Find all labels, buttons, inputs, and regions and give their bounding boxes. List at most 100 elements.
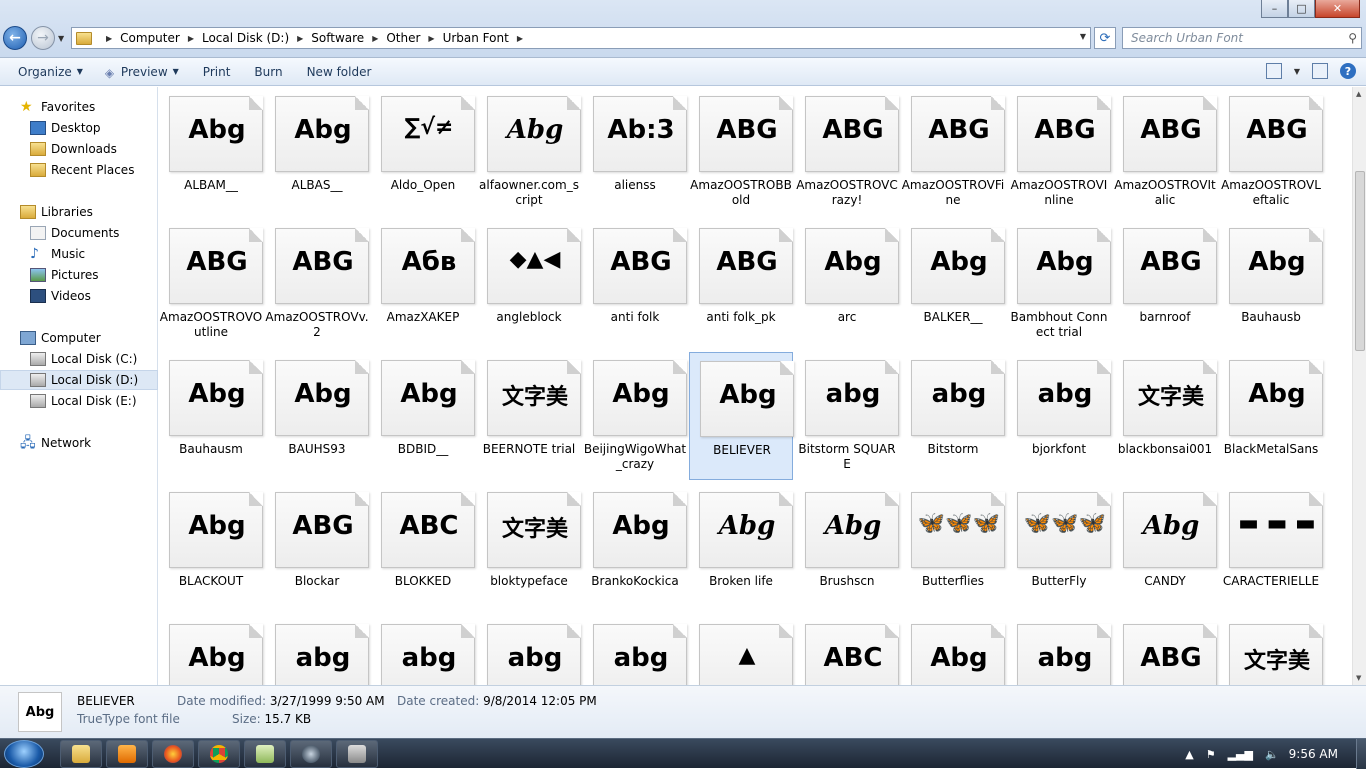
file-item[interactable]: Aбв AmazXAKEP — [371, 220, 475, 348]
nav-local-disk-c[interactable]: Local Disk (C:) — [0, 349, 158, 369]
file-item[interactable]: ∑√≠ Aldo_Open — [371, 88, 475, 216]
search-input[interactable]: Search Urban Font ⚲ — [1122, 27, 1362, 49]
file-item[interactable]: abg — [583, 616, 687, 685]
file-item[interactable]: Abg BAUHS93 — [265, 352, 369, 480]
chevron-right-icon[interactable]: ▶ — [297, 34, 303, 43]
file-item[interactable]: ABG Blockar — [265, 484, 369, 612]
file-item[interactable]: ABG AmazOOSTROVCrazy! — [795, 88, 899, 216]
taskbar-steam[interactable] — [290, 740, 332, 768]
taskbar-firefox[interactable] — [152, 740, 194, 768]
start-button[interactable] — [4, 740, 44, 768]
nav-music[interactable]: ♪ Music — [0, 244, 158, 264]
action-center-icon[interactable]: ⚑ — [1206, 748, 1216, 761]
file-item[interactable]: Abg BALKER__ — [901, 220, 1005, 348]
scroll-up-icon[interactable]: ▲ — [1356, 90, 1361, 98]
file-item[interactable]: Abg BeijingWigoWhat_crazy — [583, 352, 687, 480]
file-item[interactable]: Abg ALBAM__ — [159, 88, 263, 216]
file-item[interactable]: ABG AmazOOSTROBBold — [689, 88, 793, 216]
chevron-down-icon[interactable]: ▼ — [1294, 67, 1300, 76]
chevron-right-icon[interactable]: ▶ — [106, 34, 112, 43]
file-item[interactable]: ABC BLOKKED — [371, 484, 475, 612]
file-item[interactable]: abg — [265, 616, 369, 685]
file-item[interactable]: Abg — [159, 616, 263, 685]
file-item[interactable]: abg bjorkfont — [1007, 352, 1111, 480]
file-item[interactable]: ABG barnroof — [1113, 220, 1217, 348]
file-item[interactable]: Abg Bambhout Connect trial — [1007, 220, 1111, 348]
file-item[interactable]: Abg — [901, 616, 1005, 685]
file-item[interactable]: ▲ — [689, 616, 793, 685]
close-button[interactable]: ✕ — [1315, 0, 1360, 18]
file-item[interactable]: Abg CANDY — [1113, 484, 1217, 612]
file-item[interactable]: ABG AmazOOSTROVInline — [1007, 88, 1111, 216]
file-item[interactable]: 文字美 blackbonsai001 — [1113, 352, 1217, 480]
file-item[interactable]: Ab:3 alienss — [583, 88, 687, 216]
chevron-right-icon[interactable]: ▶ — [517, 34, 523, 43]
nav-favorites[interactable]: ★ Favorites — [0, 97, 158, 117]
breadcrumb-urban-font[interactable]: Urban Font — [443, 31, 509, 45]
file-item[interactable]: abg — [371, 616, 475, 685]
minimize-button[interactable]: – — [1261, 0, 1288, 18]
nav-libraries[interactable]: Libraries — [0, 202, 158, 222]
file-item[interactable]: Abg Brushscn — [795, 484, 899, 612]
search-icon[interactable]: ⚲ — [1348, 31, 1357, 45]
taskbar-media-player[interactable] — [106, 740, 148, 768]
file-item[interactable]: Abg BrankoKockica — [583, 484, 687, 612]
file-item[interactable]: ABG AmazOOSTROVLeftalic — [1219, 88, 1323, 216]
file-item[interactable]: abg Bitstorm — [901, 352, 1005, 480]
forward-button[interactable]: → — [31, 26, 55, 50]
clock[interactable]: 9:56 AM — [1289, 747, 1338, 761]
file-item[interactable]: Abg BLACKOUT — [159, 484, 263, 612]
file-item[interactable]: ABC — [795, 616, 899, 685]
chevron-right-icon[interactable]: ▶ — [372, 34, 378, 43]
nav-documents[interactable]: Documents — [0, 223, 158, 243]
organize-button[interactable]: Organize ▼ — [18, 65, 83, 79]
scrollbar-thumb[interactable] — [1355, 171, 1365, 351]
breadcrumb-computer[interactable]: Computer — [120, 31, 180, 45]
scroll-down-icon[interactable]: ▼ — [1356, 674, 1361, 682]
help-icon[interactable]: ? — [1340, 63, 1356, 79]
refresh-button[interactable]: ⟳ — [1094, 27, 1116, 49]
nav-network[interactable]: 🖧 Network — [0, 433, 158, 453]
address-history-dropdown[interactable]: ▼ — [1080, 32, 1086, 41]
file-item[interactable]: ABG AmazOOSTROVFine — [901, 88, 1005, 216]
burn-button[interactable]: Burn — [254, 65, 282, 79]
file-item[interactable]: 文字美 — [1219, 616, 1323, 685]
file-item[interactable]: Abg Broken life — [689, 484, 793, 612]
show-desktop-button[interactable] — [1356, 739, 1366, 769]
file-item[interactable]: Abg Bauhausb — [1219, 220, 1323, 348]
nav-local-disk-d[interactable]: Local Disk (D:) — [0, 370, 158, 390]
vertical-scrollbar[interactable]: ▲ ▼ — [1352, 87, 1366, 685]
signal-icon[interactable]: ▂▄▆ — [1228, 748, 1253, 761]
file-item[interactable]: 🦋🦋🦋 Butterflies — [901, 484, 1005, 612]
file-item[interactable]: Abg arc — [795, 220, 899, 348]
recent-pages-dropdown[interactable]: ▼ — [58, 34, 64, 43]
file-item[interactable]: abg — [477, 616, 581, 685]
taskbar-chrome[interactable] — [198, 740, 240, 768]
file-item[interactable]: Abg BlackMetalSans — [1219, 352, 1323, 480]
file-item[interactable]: abg — [1007, 616, 1111, 685]
nav-computer[interactable]: Computer — [0, 328, 158, 348]
file-item[interactable]: ABG AmazOOSTROVItalic — [1113, 88, 1217, 216]
breadcrumb-local-disk-d[interactable]: Local Disk (D:) — [202, 31, 289, 45]
file-item[interactable]: Abg Bauhausm — [159, 352, 263, 480]
breadcrumb-software[interactable]: Software — [311, 31, 364, 45]
nav-pictures[interactable]: Pictures — [0, 265, 158, 285]
nav-recent-places[interactable]: Recent Places — [0, 160, 158, 180]
taskbar-app[interactable] — [336, 740, 378, 768]
nav-desktop[interactable]: Desktop — [0, 118, 158, 138]
file-item[interactable]: ABG AmazOOSTROVOutline — [159, 220, 263, 348]
preview-pane-icon[interactable] — [1312, 63, 1328, 79]
nav-downloads[interactable]: Downloads — [0, 139, 158, 159]
breadcrumb-other[interactable]: Other — [386, 31, 420, 45]
taskbar-explorer[interactable] — [60, 740, 102, 768]
file-item[interactable]: ◆▲◀ angleblock — [477, 220, 581, 348]
chevron-right-icon[interactable]: ▶ — [188, 34, 194, 43]
volume-icon[interactable]: 🔈 — [1265, 748, 1279, 761]
file-item[interactable]: Abg alfaowner.com_script — [477, 88, 581, 216]
file-item[interactable]: 文字美 bloktypeface — [477, 484, 581, 612]
preview-button[interactable]: ◈ Preview ▼ — [105, 65, 179, 80]
file-item[interactable]: abg Bitstorm SQUARE — [795, 352, 899, 480]
file-item[interactable]: Abg BELIEVER — [689, 352, 794, 480]
file-item[interactable]: ABG anti folk — [583, 220, 687, 348]
file-item[interactable]: ABG — [1113, 616, 1217, 685]
